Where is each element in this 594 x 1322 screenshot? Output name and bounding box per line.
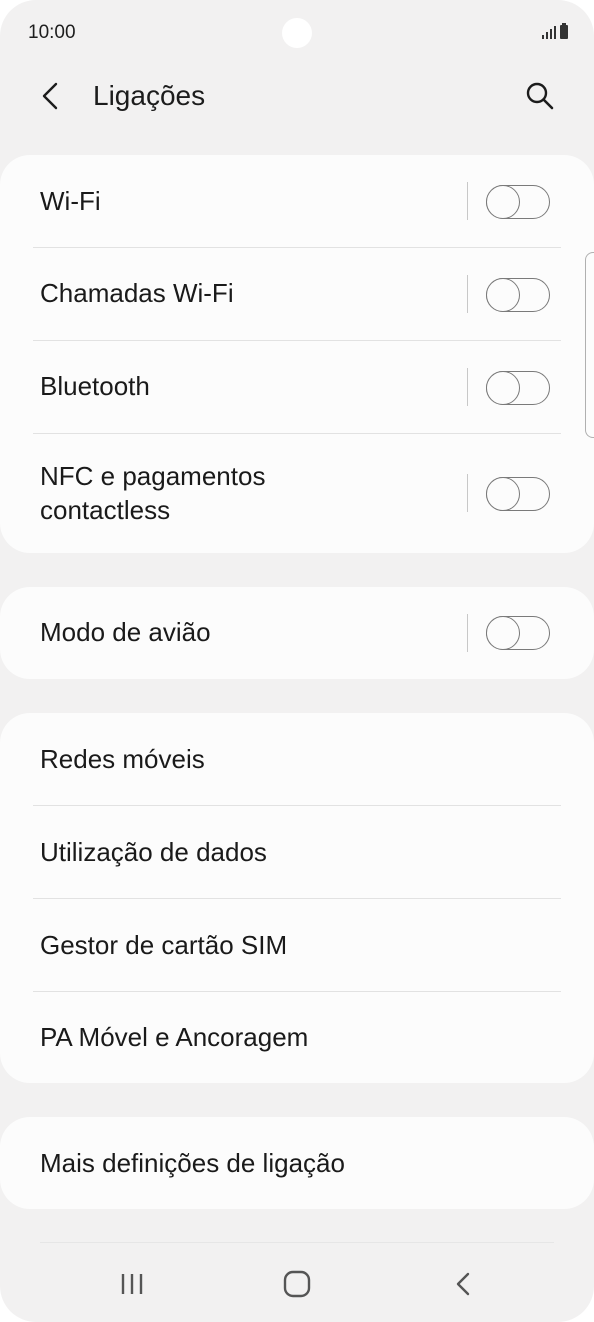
separator [467,614,468,652]
toggle-knob [485,615,520,650]
wifi-calling-toggle[interactable] [485,277,550,312]
toggle-knob [485,476,520,511]
bluetooth-label: Bluetooth [40,371,150,401]
nav-divider [40,1242,554,1243]
airplane-card: Modo de avião [0,587,594,679]
front-camera-cutout [282,18,312,48]
navigation-bar [0,1250,594,1322]
separator [467,474,468,512]
airplane-mode-label: Modo de avião [40,617,211,647]
signal-icon [542,25,556,39]
nfc-toggle[interactable] [485,476,550,511]
status-time: 10:00 [28,22,76,43]
nfc-label-line1: NFC e pagamentos [40,461,266,491]
hotspot-tethering-label: PA Móvel e Ancoragem [40,1022,309,1052]
more-settings-card: Mais definições de ligação [0,1117,594,1209]
data-usage-label: Utilização de dados [40,837,267,867]
toggle-knob [485,277,520,312]
wifi-toggle[interactable] [485,184,550,219]
wifi-label: Wi-Fi [40,186,101,216]
connectivity-card: Wi-Fi Chamadas Wi-Fi Bluetooth NFC e pag… [0,155,594,553]
toggle-knob [485,370,520,405]
bluetooth-toggle[interactable] [485,370,550,405]
recent-apps-icon[interactable] [112,1266,152,1302]
sim-manager-row[interactable]: Gestor de cartão SIM [0,899,594,992]
separator [467,368,468,406]
settings-screen: 10:00 Ligações Wi-Fi Chamadas Wi-Fi Blue… [0,0,594,1322]
more-connection-settings-label: Mais definições de ligação [40,1148,345,1178]
scrollbar[interactable] [585,252,594,438]
mobile-networks-row[interactable]: Redes móveis [0,713,594,806]
nfc-label-line2: contactless [40,495,171,525]
wifi-calling-label: Chamadas Wi-Fi [40,278,234,308]
data-usage-row[interactable]: Utilização de dados [0,806,594,899]
hotspot-tethering-row[interactable]: PA Móvel e Ancoragem [0,992,594,1083]
airplane-mode-row[interactable]: Modo de avião [0,587,594,679]
wifi-calling-row[interactable]: Chamadas Wi-Fi [0,248,594,341]
chevron-left-icon[interactable] [36,80,68,112]
more-connection-settings-row[interactable]: Mais definições de ligação [0,1117,594,1209]
battery-icon [560,23,568,39]
sim-manager-label: Gestor de cartão SIM [40,930,288,960]
nfc-row[interactable]: NFC e pagamentos contactless [0,434,594,553]
bluetooth-row[interactable]: Bluetooth [0,341,594,434]
separator [467,182,468,220]
search-icon[interactable] [524,80,556,112]
network-card: Redes móveis Utilização de dados Gestor … [0,713,594,1083]
wifi-row[interactable]: Wi-Fi [0,155,594,248]
home-icon[interactable] [277,1266,317,1302]
airplane-mode-toggle[interactable] [485,615,550,650]
separator [467,275,468,313]
toggle-knob [485,184,520,219]
back-icon[interactable] [444,1266,484,1302]
status-bar: 10:00 [0,0,594,70]
status-icons [542,23,568,39]
mobile-networks-label: Redes móveis [40,744,205,774]
app-header: Ligações [0,70,594,124]
page-title: Ligações [93,80,206,111]
